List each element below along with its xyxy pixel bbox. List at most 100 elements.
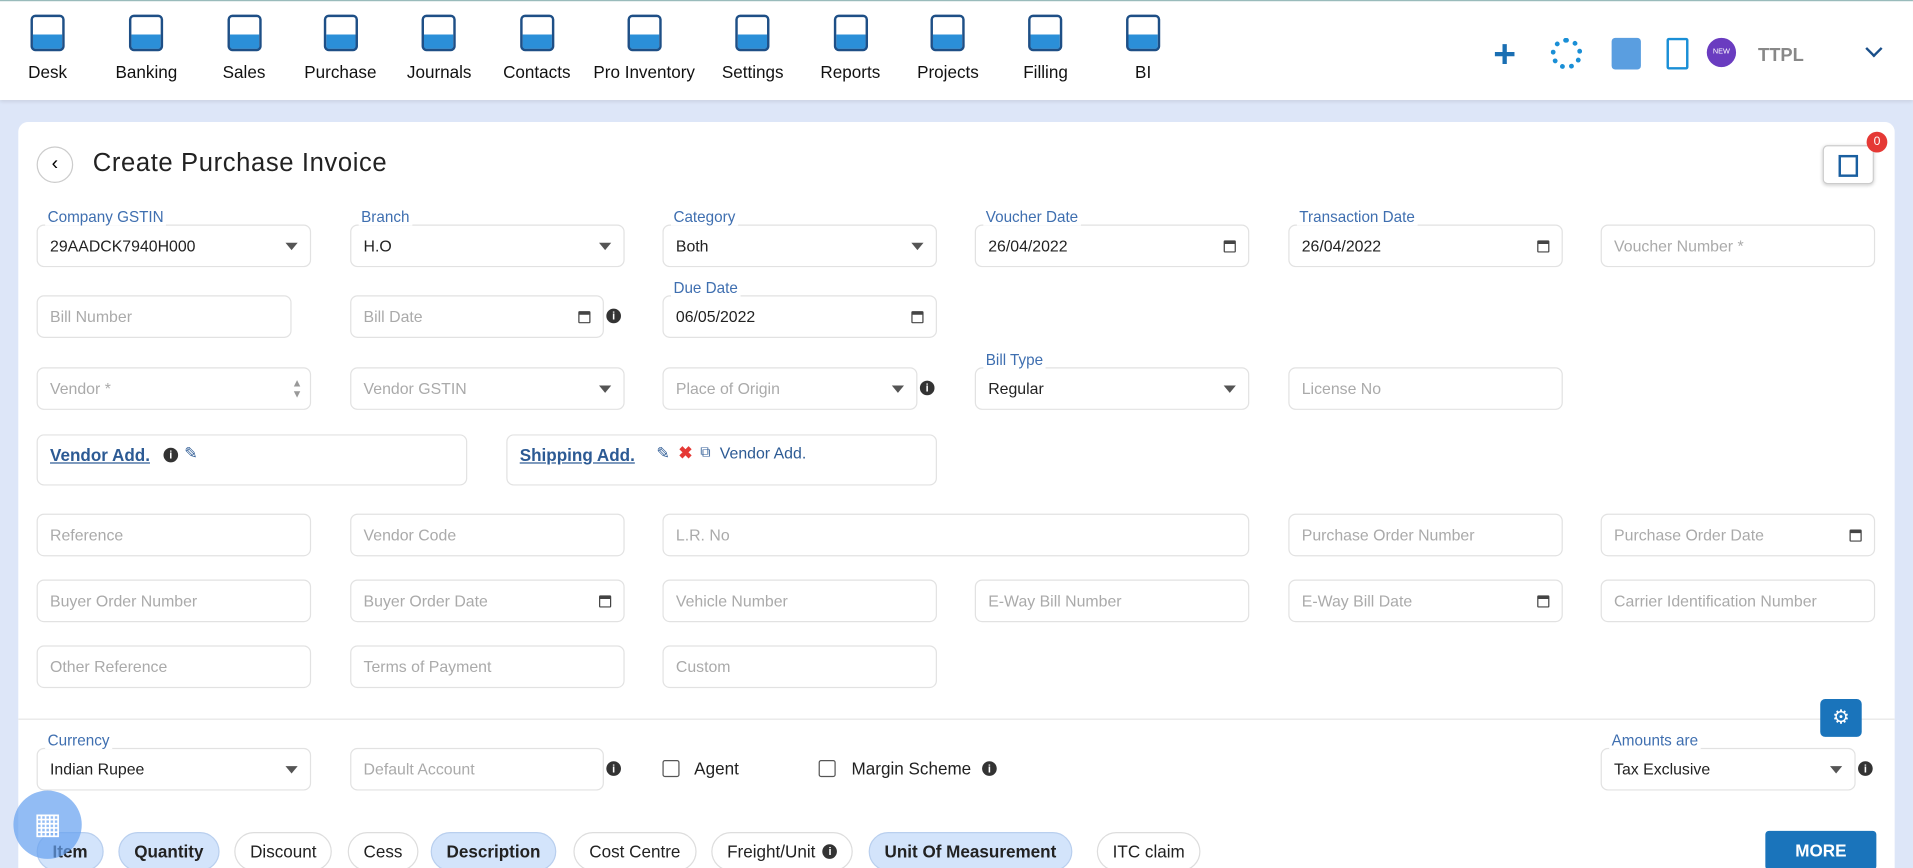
nav-reports[interactable]: Reports bbox=[820, 11, 880, 82]
bill-type-select[interactable]: Regular bbox=[974, 367, 1250, 410]
contacts-icon bbox=[516, 11, 557, 55]
vendor-code-input[interactable]: Vendor Code bbox=[350, 513, 625, 557]
amounts-are-select[interactable]: Tax Exclusive bbox=[1600, 747, 1856, 791]
license-no-input[interactable]: License No bbox=[1288, 367, 1563, 410]
journals-icon bbox=[418, 11, 459, 55]
transaction-date-input[interactable]: 26/04/2022 bbox=[1288, 224, 1563, 268]
nav-pro-inventory[interactable]: Pro Inventory bbox=[593, 11, 695, 82]
calendar-icon[interactable] bbox=[578, 311, 591, 324]
dropdown-arrow-icon bbox=[599, 385, 612, 393]
voucher-date-label: Voucher Date bbox=[983, 208, 1081, 226]
nav-label: BI bbox=[1135, 62, 1152, 82]
calendar-icon[interactable] bbox=[599, 595, 612, 608]
projects-icon bbox=[927, 11, 968, 55]
field-text: Default Account bbox=[363, 760, 475, 779]
category-select[interactable]: Both bbox=[662, 224, 937, 268]
remove-icon[interactable]: ✖ bbox=[678, 443, 692, 464]
upload-button[interactable] bbox=[1822, 145, 1874, 185]
field-text: Buyer Order Date bbox=[363, 591, 488, 610]
nav-bi[interactable]: BI bbox=[1122, 11, 1163, 82]
nav-sales[interactable]: Sales bbox=[223, 11, 265, 82]
voucher-date-input[interactable]: 26/04/2022 bbox=[974, 224, 1250, 268]
shipping-address-link[interactable]: Shipping Add. bbox=[520, 445, 635, 465]
vendor-gstin-select[interactable]: Vendor GSTIN bbox=[350, 367, 625, 410]
currency-select[interactable]: Indian Rupee bbox=[36, 747, 312, 791]
dropdown-arrow-icon bbox=[1223, 385, 1236, 393]
bill-date-input[interactable]: Bill Date bbox=[350, 295, 604, 338]
settings-gear-icon[interactable] bbox=[1550, 37, 1583, 70]
column-chip-description[interactable]: Description bbox=[430, 832, 557, 868]
back-button[interactable]: ‹ bbox=[36, 146, 74, 183]
field-text: Both bbox=[675, 236, 709, 255]
carrier-id-input[interactable]: Carrier Identification Number bbox=[1600, 579, 1876, 623]
branch-select[interactable]: H.O bbox=[350, 224, 625, 268]
edit-icon[interactable]: ✎ bbox=[656, 444, 669, 464]
nav-label: Banking bbox=[115, 62, 178, 82]
settings-icon bbox=[732, 11, 773, 55]
calendar-icon[interactable] bbox=[1537, 240, 1550, 253]
buyer-order-date-input[interactable]: Buyer Order Date bbox=[350, 579, 625, 623]
vendor-address-link[interactable]: Vendor Add. bbox=[50, 445, 150, 465]
nav-settings[interactable]: Settings bbox=[722, 11, 784, 82]
terms-of-payment-input[interactable]: Terms of Payment bbox=[350, 645, 625, 689]
agent-checkbox[interactable] bbox=[662, 760, 680, 778]
vehicle-number-input[interactable]: Vehicle Number bbox=[662, 579, 937, 623]
bi-icon bbox=[1122, 11, 1163, 55]
lr-no-input[interactable]: L.R. No bbox=[662, 513, 1250, 557]
divider bbox=[18, 718, 1895, 720]
margin-scheme-checkbox[interactable] bbox=[818, 760, 836, 778]
more-button[interactable]: MORE bbox=[1765, 830, 1877, 868]
nav-contacts[interactable]: Contacts bbox=[503, 11, 571, 82]
apps-grid-button[interactable]: ▦ bbox=[13, 790, 82, 859]
chevron-down-icon[interactable] bbox=[1865, 40, 1883, 58]
add-icon[interactable]: + bbox=[1493, 34, 1516, 73]
calendar-icon[interactable] bbox=[1223, 240, 1236, 253]
sort-arrows-icon: ▲ ▼ bbox=[291, 376, 303, 401]
column-settings-button[interactable]: ⚙ bbox=[1820, 699, 1862, 737]
column-chip-freight-unit[interactable]: Freight/Unit i bbox=[711, 832, 854, 868]
calendar-icon[interactable] bbox=[911, 311, 924, 324]
other-reference-input[interactable]: Other Reference bbox=[36, 645, 312, 689]
nav-filling[interactable]: Filling bbox=[1023, 11, 1068, 82]
custom-input[interactable]: Custom bbox=[662, 645, 937, 689]
inventory-icon bbox=[623, 11, 664, 55]
new-badge-icon[interactable]: NEW bbox=[1706, 37, 1737, 68]
po-date-input[interactable]: Purchase Order Date bbox=[1600, 513, 1876, 557]
column-chip-cess[interactable]: Cess bbox=[347, 832, 419, 868]
company-gstin-select[interactable]: 29AADCK7940H000 bbox=[36, 224, 312, 268]
column-chip-itc-claim[interactable]: ITC claim bbox=[1096, 832, 1201, 868]
edit-icon[interactable]: ✎ bbox=[184, 444, 197, 464]
nav-desk[interactable]: Desk bbox=[27, 11, 68, 82]
column-chip-cost-centre[interactable]: Cost Centre bbox=[573, 832, 697, 868]
transaction-date-label: Transaction Date bbox=[1296, 208, 1418, 226]
document-icon[interactable] bbox=[1666, 37, 1689, 70]
nav-purchase[interactable]: Purchase bbox=[304, 11, 376, 82]
column-chip-quantity[interactable]: Quantity bbox=[118, 832, 220, 868]
copy-icon[interactable]: ⧉ bbox=[700, 443, 710, 461]
field-text: Vehicle Number bbox=[675, 591, 788, 610]
amounts-are-label: Amounts are bbox=[1609, 732, 1701, 750]
vendor-select[interactable]: Vendor * ▲ ▼ bbox=[36, 367, 312, 410]
due-date-input[interactable]: 06/05/2022 bbox=[662, 295, 937, 338]
bill-number-input[interactable]: Bill Number bbox=[36, 295, 292, 338]
calculator-icon[interactable] bbox=[1611, 37, 1641, 70]
nav-banking[interactable]: Banking bbox=[115, 11, 178, 82]
po-number-input[interactable]: Purchase Order Number bbox=[1288, 513, 1563, 557]
default-account-input[interactable]: Default Account bbox=[350, 747, 604, 791]
buyer-order-number-input[interactable]: Buyer Order Number bbox=[36, 579, 312, 623]
column-chip-discount[interactable]: Discount bbox=[234, 832, 333, 868]
dropdown-arrow-icon bbox=[911, 242, 924, 251]
eway-bill-date-input[interactable]: E-Way Bill Date bbox=[1288, 579, 1563, 623]
field-text: Other Reference bbox=[50, 657, 168, 676]
eway-bill-number-input[interactable]: E-Way Bill Number bbox=[974, 579, 1250, 623]
calendar-icon[interactable] bbox=[1849, 529, 1862, 542]
chip-label: ITC claim bbox=[1112, 841, 1185, 862]
place-of-origin-select[interactable]: Place of Origin bbox=[662, 367, 918, 410]
copy-vendor-address[interactable]: Vendor Add. bbox=[720, 444, 806, 462]
nav-journals[interactable]: Journals bbox=[407, 11, 471, 82]
calendar-icon[interactable] bbox=[1537, 595, 1550, 608]
column-chip-unit-of-measurement[interactable]: Unit Of Measurement bbox=[868, 832, 1073, 868]
nav-projects[interactable]: Projects bbox=[917, 11, 979, 82]
voucher-number-input[interactable]: Voucher Number * bbox=[1600, 224, 1876, 268]
reference-input[interactable]: Reference bbox=[36, 513, 312, 557]
